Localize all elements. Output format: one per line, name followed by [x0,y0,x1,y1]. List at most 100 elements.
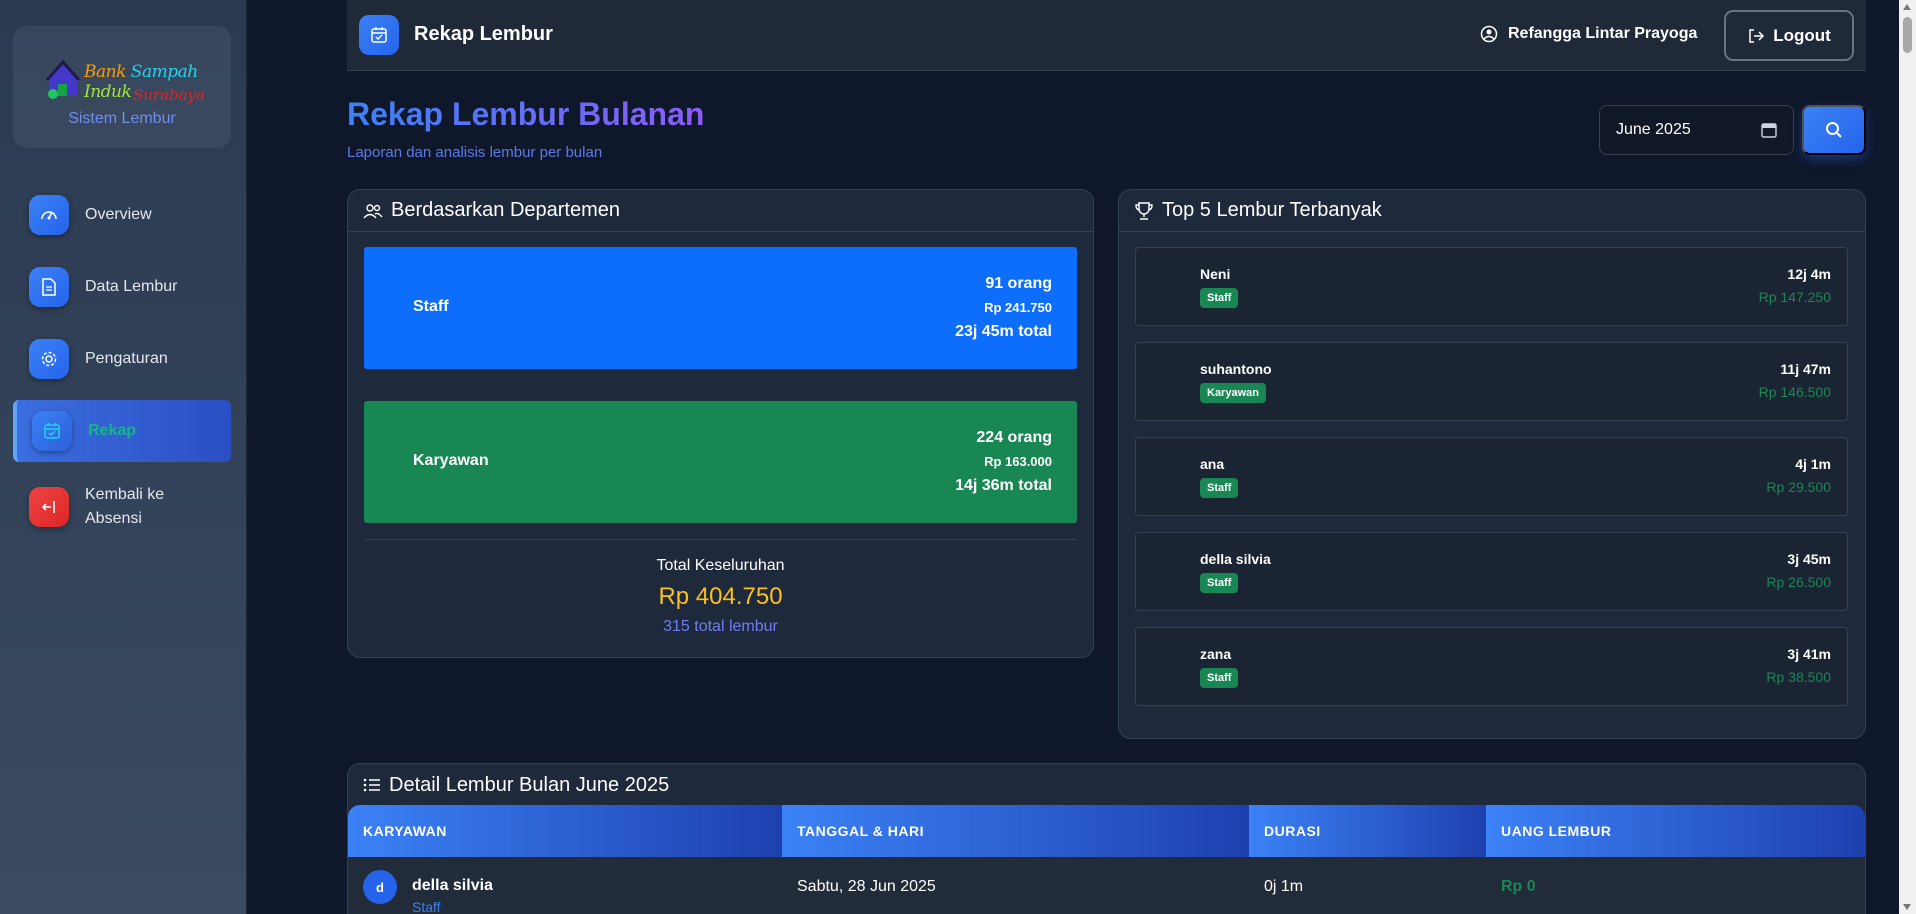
top5-item[interactable]: suhantono Karyawan 11j 47m Rp 146.500 [1135,342,1848,421]
employee-dept: Staff [412,899,441,914]
top5-item[interactable]: della silvia Staff 3j 45m Rp 26.500 [1135,532,1848,611]
brand-subtitle: Sistem Lembur [68,110,176,127]
department-money: Rp 241.750 [984,300,1052,315]
topbar: Rekap Lembur Refangga Lintar Prayoga Log… [347,0,1866,71]
sidebar-item-label: Data Lembur [85,278,178,295]
overtime-duration: 3j 41m [1787,646,1831,662]
detail-card-title: Detail Lembur Bulan June 2025 [389,773,670,796]
sidebar-item-data-lembur[interactable]: Data Lembur [13,256,231,318]
speedometer-icon [29,195,69,235]
logo-text-city: Surabaya [133,86,206,104]
detail-card: Detail Lembur Bulan June 2025 KARYAWAN T… [347,763,1866,914]
calendar-icon[interactable] [1761,122,1777,138]
employee-name: della silvia [412,877,493,894]
employee-name: della silvia [1200,551,1271,567]
detail-card-header: Detail Lembur Bulan June 2025 [348,764,1865,806]
user-info[interactable]: Refangga Lintar Prayoga [1480,25,1697,43]
employee-name: zana [1200,646,1232,662]
divider [364,539,1077,540]
logo-house-icon [45,60,81,99]
calendar-check-icon [359,15,399,55]
user-circle-icon [1480,25,1498,43]
sidebar-item-pengaturan[interactable]: Pengaturan [13,328,231,390]
employee-cell: d della silvia Staff [348,857,782,914]
department-badge: Karyawan [1200,383,1266,403]
top5-card-header: Top 5 Lembur Terbanyak [1119,190,1865,232]
overtime-money: Rp 146.500 [1758,384,1831,400]
trophy-icon [1135,201,1153,220]
logout-label: Logout [1773,25,1831,45]
overtime-money: Rp 38.500 [1766,669,1831,685]
department-name: Karyawan [413,452,489,469]
employee-name: ana [1200,456,1225,472]
topbar-title: Rekap Lembur [414,23,553,45]
overtime-money: Rp 147.250 [1758,289,1831,305]
total-count: 315 total lembur [663,618,778,635]
department-card: Berdasarkan Departemen Staff 91 orang Rp… [347,189,1094,658]
department-money: Rp 163.000 [984,454,1052,469]
page-subtitle: Laporan dan analisis lembur per bulan [347,144,603,161]
column-header[interactable]: UANG LEMBUR [1486,805,1865,857]
people-icon [363,203,383,218]
overtime-duration: 11j 47m [1780,361,1831,377]
document-icon [29,267,69,307]
department-badge: Staff [1200,288,1239,308]
department-total-duration: 14j 36m total [955,477,1052,494]
page-scrollbar[interactable] [1899,0,1916,914]
column-header[interactable]: DURASI [1249,805,1486,857]
sidebar-item-overview[interactable]: Overview [13,184,231,246]
employee-name: Neni [1200,266,1231,282]
department-card-header: Berdasarkan Departemen [348,190,1093,232]
department-badge: Staff [1200,478,1239,498]
list-icon [363,778,380,792]
sidebar-item-label: Kembali ke Absensi [85,486,165,527]
month-input[interactable]: June 2025 [1599,105,1794,155]
employee-name: suhantono [1200,361,1272,377]
total-label: Total Keseluruhan [656,557,785,574]
column-header[interactable]: TANGGAL & HARI [782,805,1249,857]
date-cell: Sabtu, 28 Jun 2025 [797,878,936,895]
top5-card: Top 5 Lembur Terbanyak Neni Staff 12j 4m… [1118,189,1866,739]
page-title: Rekap Lembur Bulanan [347,96,705,132]
department-box-karyawan: Karyawan 224 orang Rp 163.000 14j 36m to… [364,401,1077,523]
search-icon [1826,122,1842,138]
overtime-duration: 12j 4m [1787,266,1831,282]
top5-item[interactable]: ana Staff 4j 1m Rp 29.500 [1135,437,1848,516]
department-badge: Staff [1200,668,1239,688]
top5-card-title: Top 5 Lembur Terbanyak [1162,199,1382,221]
scroll-down-arrow-icon[interactable] [1903,904,1911,910]
overtime-duration: 3j 45m [1787,551,1831,567]
scroll-up-arrow-icon[interactable] [1903,4,1911,10]
search-button[interactable] [1802,105,1866,155]
department-card-title: Berdasarkan Departemen [391,199,621,221]
calendar-check-icon [32,411,72,451]
column-header[interactable]: KARYAWAN [348,805,782,857]
table-header: KARYAWAN TANGGAL & HARI DURASI UANG LEMB… [348,805,1865,857]
top5-item[interactable]: zana Staff 3j 41m Rp 38.500 [1135,627,1848,706]
top5-item[interactable]: Neni Staff 12j 4m Rp 147.250 [1135,247,1848,326]
gear-icon [29,339,69,379]
department-badge: Staff [1200,573,1239,593]
duration-cell: 0j 1m [1264,878,1304,895]
sidebar-item-label: Overview [85,206,152,223]
back-arrow-icon [29,487,69,527]
logout-icon [1749,28,1765,43]
department-stats: 91 orang Rp 241.750 23j 45m total [955,273,1052,343]
table-row[interactable]: d della silvia Staff Sabtu, 28 Jun 2025 … [348,857,1865,914]
sidebar-item-label: Rekap [88,422,137,439]
overtime-money: Rp 26.500 [1766,574,1831,590]
money-cell: Rp 0 [1501,878,1536,895]
employee-info: della silvia Staff [412,877,493,914]
month-value: June 2025 [1616,121,1691,138]
department-total-duration: 23j 45m total [955,323,1052,340]
avatar: d [363,870,397,904]
sidebar-item-rekap[interactable]: Rekap [13,400,231,462]
logout-button[interactable]: Logout [1724,10,1854,61]
sidebar-item-label: Pengaturan [85,350,168,367]
overtime-duration: 4j 1m [1795,456,1831,472]
department-count: 91 orang [985,275,1052,292]
scroll-thumb[interactable] [1903,17,1912,53]
department-count: 224 orang [976,429,1052,446]
department-stats: 224 orang Rp 163.000 14j 36m total [955,427,1052,497]
sidebar-item-kembali-absensi[interactable]: Kembali ke Absensi [13,476,231,538]
